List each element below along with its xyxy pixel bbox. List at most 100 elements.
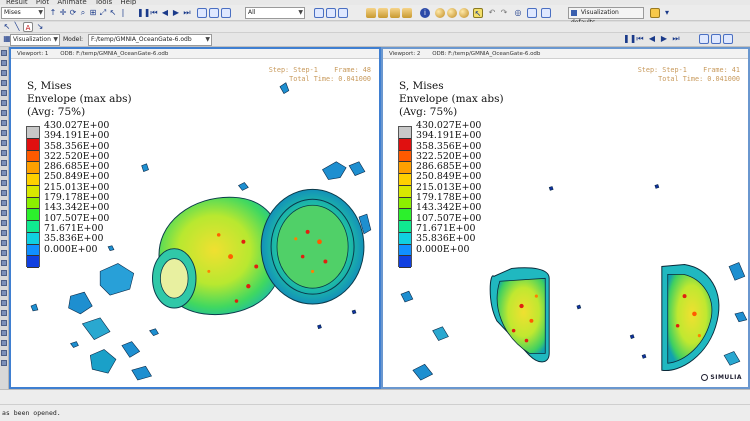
options-icon[interactable]: [650, 8, 660, 18]
fit-view-icon[interactable]: ⤢: [98, 8, 108, 18]
select-arrow-icon[interactable]: ↖: [108, 8, 118, 18]
lighting-sphere-icon[interactable]: [459, 8, 469, 18]
view-cycle-icon[interactable]: ◎: [513, 8, 523, 18]
message-area[interactable]: as been opened.: [0, 389, 750, 421]
legend-color-band: [27, 232, 39, 245]
toolbox-tool-icon[interactable]: [1, 120, 7, 126]
toolbox-tool-icon[interactable]: [1, 170, 7, 176]
query-pointer-icon[interactable]: ↖: [473, 8, 483, 18]
move-cross-icon[interactable]: ✛: [58, 8, 68, 18]
undo-icon[interactable]: ↶: [487, 8, 497, 18]
view-front-icon[interactable]: [197, 8, 207, 18]
toolbox-tool-icon[interactable]: [1, 340, 7, 346]
text-annotation-icon[interactable]: A: [23, 22, 33, 32]
pointer-icon[interactable]: ↖: [2, 22, 12, 32]
toolbox-tool-icon[interactable]: [1, 160, 7, 166]
pause-icon[interactable]: ❚❚: [137, 8, 150, 18]
remove-icon[interactable]: [338, 8, 348, 18]
play-icon[interactable]: ▶: [171, 8, 181, 18]
toolbox-tool-icon[interactable]: [1, 300, 7, 306]
toolbox-tool-icon[interactable]: [1, 350, 7, 356]
render-wireframe-icon[interactable]: [366, 8, 376, 18]
view-back-icon[interactable]: [209, 8, 219, 18]
toolbox-tool-icon[interactable]: [1, 200, 7, 206]
previous-frame-icon[interactable]: ◀: [647, 34, 657, 44]
render-shaded-icon[interactable]: [402, 8, 412, 18]
first-frame-icon[interactable]: ⏮: [635, 34, 645, 44]
viewport-1-legend-title: S, Mises Envelope (max abs) (Avg: 75%): [27, 80, 132, 119]
legend-color-band: [27, 174, 39, 186]
toolbar-row-middle: ↖ ╲ A ↘: [0, 22, 750, 33]
toolbox-tool-icon[interactable]: [1, 250, 7, 256]
toolbox-tool-icon[interactable]: [1, 130, 7, 136]
toolbox-tool-icon[interactable]: [1, 310, 7, 316]
toolbox-tool-icon[interactable]: [1, 190, 7, 196]
toolbox-tool-icon[interactable]: [1, 360, 7, 366]
legend-color-band: [27, 256, 39, 268]
output-variable-value: Mises: [4, 9, 21, 16]
shading-sphere-icon[interactable]: [435, 8, 445, 18]
view-iso-icon[interactable]: [221, 8, 231, 18]
viewport-2-title-bar: Viewport: 2 ODB: F:/temp/GMNIA_OceanGate…: [383, 49, 748, 59]
toolbox-tool-icon[interactable]: [1, 90, 7, 96]
last-frame-icon[interactable]: ⏭: [182, 8, 192, 18]
redo-icon[interactable]: ↷: [499, 8, 509, 18]
model-label: Model:: [63, 36, 84, 43]
info-icon[interactable]: i: [420, 8, 430, 18]
pause-icon[interactable]: ❚❚: [623, 34, 636, 44]
visualization-defaults-icon: [571, 9, 577, 16]
toolbox-tool-icon[interactable]: [1, 220, 7, 226]
toolbox-tool-icon[interactable]: [1, 270, 7, 276]
toolbox-tool-icon[interactable]: [1, 70, 7, 76]
previous-frame-icon[interactable]: ◀: [160, 8, 170, 18]
toolbox-tool-icon[interactable]: [1, 210, 7, 216]
arrow-annotation-icon[interactable]: ↘: [35, 22, 45, 32]
toolbox-tool-icon[interactable]: [1, 140, 7, 146]
chevron-down-icon[interactable]: ▾: [662, 8, 672, 18]
zoom-box-icon[interactable]: ⊞: [88, 8, 98, 18]
toolbox-tool-icon[interactable]: [1, 150, 7, 156]
arrow-up-icon[interactable]: ↑: [48, 8, 58, 18]
toolbox-tool-icon[interactable]: [1, 260, 7, 266]
print-icon[interactable]: [541, 8, 551, 18]
toolbox-tool-icon[interactable]: [1, 50, 7, 56]
toolbox-tool-icon[interactable]: [1, 320, 7, 326]
toolbox-tool-icon[interactable]: [1, 280, 7, 286]
display-group-select[interactable]: All ▼: [245, 7, 305, 19]
cascade-viewports-icon[interactable]: [711, 34, 721, 44]
tile-viewports-icon[interactable]: [699, 34, 709, 44]
first-frame-icon[interactable]: ⏮: [149, 8, 159, 18]
line-icon[interactable]: ╲: [12, 22, 22, 32]
render-filled-icon[interactable]: [390, 8, 400, 18]
replace-icon[interactable]: [314, 8, 324, 18]
legend-color-band: [27, 209, 39, 221]
toolbox-tool-icon[interactable]: [1, 110, 7, 116]
model-select[interactable]: F:/temp/GMNIA_OceanGate-6.odb ▼: [88, 34, 212, 46]
legend-envelope: Envelope (max abs): [27, 93, 132, 105]
view-manager-icon[interactable]: [527, 8, 537, 18]
visualization-defaults-button[interactable]: Visualization defaults: [568, 7, 644, 26]
main-toolbar: Mises ▼ ↑ ✛ ⟳ ⌕ ⊞ ⤢ ↖ | ❚❚ ⏮ ◀ ▶ ⏭ All ▼…: [0, 5, 750, 33]
toolbox-tool-icon[interactable]: [1, 290, 7, 296]
toolbox-tool-icon[interactable]: [1, 330, 7, 336]
perspective-sphere-icon[interactable]: [447, 8, 457, 18]
toolbox-tool-icon[interactable]: [1, 60, 7, 66]
toolbox-tool-icon[interactable]: [1, 80, 7, 86]
toolbox-tool-icon[interactable]: [1, 100, 7, 106]
toolbox-tool-icon[interactable]: [1, 240, 7, 246]
toolbox-tool-icon[interactable]: [1, 180, 7, 186]
maximize-viewport-icon[interactable]: [723, 34, 733, 44]
render-hidden-icon[interactable]: [378, 8, 388, 18]
viewport-1[interactable]: Viewport: 1 ODB: F:/temp/GMNIA_OceanGate…: [9, 47, 381, 389]
last-frame-icon[interactable]: ⏭: [671, 34, 681, 44]
rotate-icon[interactable]: ⟳: [68, 8, 78, 18]
toolbox-tool-icon[interactable]: [1, 230, 7, 236]
copy-icon[interactable]: [326, 8, 336, 18]
viewport-2[interactable]: Viewport: 2 ODB: F:/temp/GMNIA_OceanGate…: [381, 47, 750, 389]
magnify-icon[interactable]: ⌕: [78, 8, 88, 18]
viewport-2-step-line: Step: Step-1 Frame: 41: [637, 66, 740, 74]
play-icon[interactable]: ▶: [659, 34, 669, 44]
module-select[interactable]: Visualization ▼: [10, 34, 60, 46]
viewport-1-time-line: Total Time: 0.041000: [289, 75, 371, 83]
output-variable-select[interactable]: Mises ▼: [1, 7, 45, 19]
